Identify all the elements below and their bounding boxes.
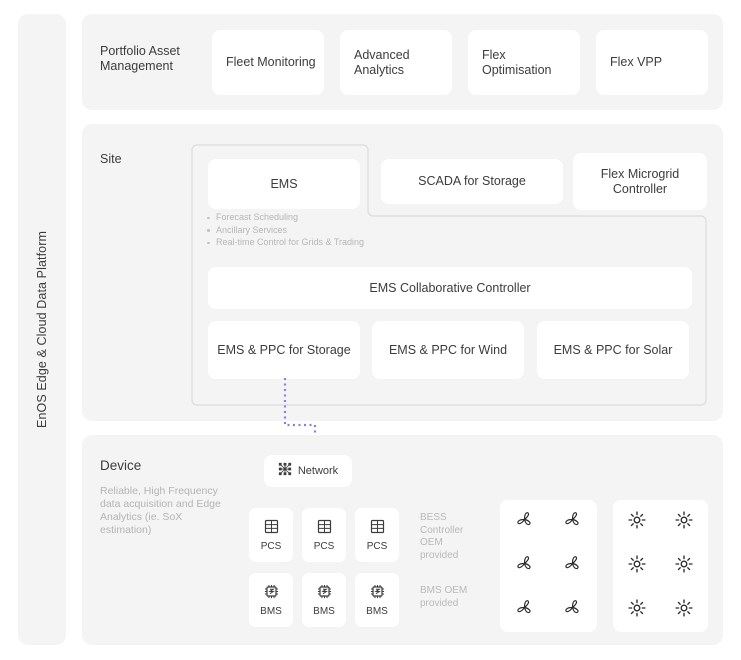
card-flex-microgrid-controller[interactable]: Flex Microgrid Controller [573, 153, 707, 210]
card-ems-ppc-wind-label: EMS & PPC for Wind [388, 342, 508, 357]
wind-turbine-icon [563, 598, 582, 622]
card-flex-optimisation[interactable]: Flex Optimisation [468, 30, 580, 95]
card-network[interactable]: Network [264, 455, 352, 487]
card-flex-optimisation-label: Flex Optimisation [482, 47, 552, 77]
card-flex-vpp-label: Flex VPP [610, 55, 663, 69]
wind-turbine-icon [515, 554, 534, 578]
sun-icon [675, 554, 693, 578]
device-tile-bms[interactable]: BMS [302, 573, 346, 627]
device-tile-pcs-label: PCS [366, 540, 388, 552]
card-flex-microgrid-label: Flex Microgrid Controller [600, 166, 680, 196]
card-fleet-monitoring-label: Fleet Monitoring [226, 55, 316, 69]
device-description: Reliable, High Frequency data acquisitio… [100, 485, 221, 536]
network-mesh-icon [278, 462, 292, 481]
platform-label: EnOS Edge & Cloud Data Platform [35, 231, 49, 428]
card-advanced-analytics[interactable]: Advanced Analytics [340, 30, 452, 95]
card-advanced-analytics-label: Advanced Analytics [354, 47, 410, 77]
ems-feature-item: Real-time Control for Grids & Trading [205, 236, 364, 249]
solar-asset-panel [613, 500, 708, 632]
card-collaborative-controller-label: EMS Collaborative Controller [369, 280, 531, 295]
sun-icon [675, 598, 693, 622]
device-tile-bms[interactable]: BMS [355, 573, 399, 627]
wind-turbine-icon [563, 554, 582, 578]
sun-icon [628, 510, 646, 534]
sun-icon [675, 510, 693, 534]
device-tile-bms-label: BMS [260, 605, 282, 617]
wind-turbine-icon [515, 510, 534, 534]
wind-asset-panel [500, 500, 597, 632]
card-network-label: Network [297, 464, 339, 477]
device-tile-pcs-label: PCS [260, 540, 282, 552]
bess-controller-oem-note: BESS Controller OEM provided [420, 512, 464, 561]
card-flex-vpp[interactable]: Flex VPP [596, 30, 708, 95]
card-fleet-monitoring[interactable]: Fleet Monitoring [212, 30, 324, 95]
device-tile-bms[interactable]: BMS [249, 573, 293, 627]
ems-feature-item: Ancillary Services [205, 224, 364, 237]
pcs-grid-icon [264, 519, 279, 537]
card-ems-label: EMS [270, 176, 298, 191]
ems-feature-list: Forecast Scheduling Ancillary Services R… [205, 211, 364, 249]
chip-icon [317, 584, 332, 602]
card-ems[interactable]: EMS [208, 159, 360, 209]
device-row-label: Device [100, 458, 142, 473]
card-ems-ppc-storage[interactable]: EMS & PPC for Storage [208, 321, 360, 379]
card-scada-label: SCADA for Storage [418, 174, 526, 188]
sun-icon [628, 598, 646, 622]
device-tile-pcs[interactable]: PCS [302, 508, 346, 562]
wind-turbine-icon [515, 598, 534, 622]
card-ems-ppc-solar[interactable]: EMS & PPC for Solar [537, 321, 689, 379]
bms-oem-note: BMS OEM provided [420, 585, 468, 609]
chip-icon [264, 584, 279, 602]
device-tile-pcs[interactable]: PCS [355, 508, 399, 562]
card-ems-ppc-wind[interactable]: EMS & PPC for Wind [372, 321, 524, 379]
ems-feature-item: Forecast Scheduling [205, 211, 364, 224]
card-ems-collaborative-controller[interactable]: EMS Collaborative Controller [208, 267, 692, 309]
site-row-label: Site [100, 152, 122, 166]
device-tile-bms-label: BMS [366, 605, 388, 617]
card-ems-ppc-solar-label: EMS & PPC for Solar [553, 342, 673, 357]
pcs-grid-icon [317, 519, 332, 537]
pcs-grid-icon [370, 519, 385, 537]
sun-icon [628, 554, 646, 578]
device-tile-pcs[interactable]: PCS [249, 508, 293, 562]
wind-turbine-icon [563, 510, 582, 534]
chip-icon [370, 584, 385, 602]
portfolio-asset-management-label: Portfolio Asset Management [100, 44, 180, 73]
card-scada-for-storage[interactable]: SCADA for Storage [381, 159, 563, 204]
device-tile-pcs-label: PCS [313, 540, 335, 552]
card-ems-ppc-storage-label: EMS & PPC for Storage [217, 342, 351, 357]
platform-sidebar: EnOS Edge & Cloud Data Platform [18, 14, 66, 645]
device-tile-bms-label: BMS [313, 605, 335, 617]
